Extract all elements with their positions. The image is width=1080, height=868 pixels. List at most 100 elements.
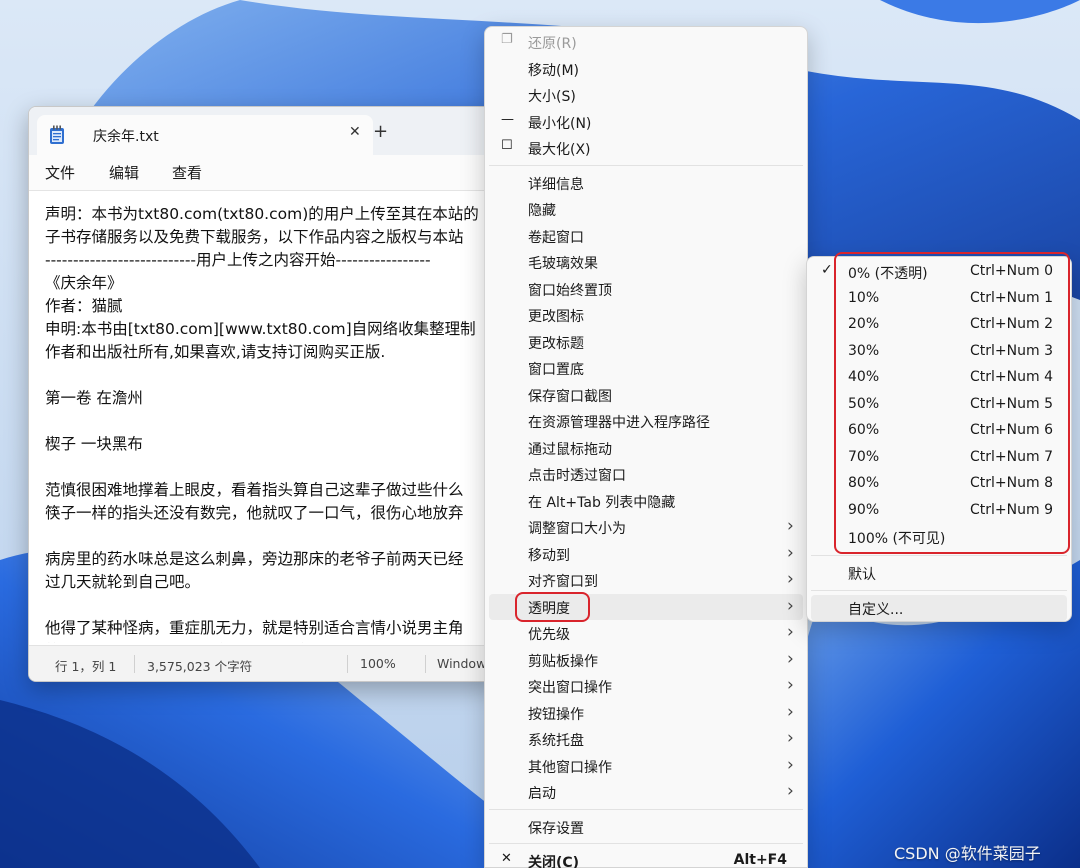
submenu-separator xyxy=(811,554,1067,556)
menu-item-16[interactable]: 点击时透过窗口 xyxy=(489,461,803,487)
menu-view[interactable]: 查看 xyxy=(172,162,202,183)
text-line: ---------------------------用户上传之内容开始----… xyxy=(45,251,431,269)
menu-item-6[interactable]: 隐藏 xyxy=(489,196,803,222)
menu-item-12[interactable]: 窗口置底 xyxy=(489,355,803,381)
menu-item-25[interactable]: 按钮操作 › xyxy=(489,700,803,726)
status-divider xyxy=(347,655,348,673)
system-context-menu: ❐ 还原(R) 移动(M) 大小(S) — 最小化(N) ☐ 最大化(X) 详细信息隐藏卷起窗口… xyxy=(484,26,808,868)
text-line: 病房里的药水味总是这么刺鼻，旁边那床的老爷子前两天已经 xyxy=(45,550,464,568)
text-line xyxy=(45,456,497,479)
menu-item-label: 移动(M) xyxy=(528,62,580,79)
menu-item-4[interactable]: ☐ 最大化(X) xyxy=(489,135,803,161)
menu-item-label: 对齐窗口到 xyxy=(528,574,598,590)
opacity-option-12[interactable]: 自定义... xyxy=(811,595,1067,621)
menu-item-label: 其他窗口操作 xyxy=(528,759,612,776)
text-line: 申明:本书由[txt80.com][www.txt80.com]自网络收集整理制 xyxy=(45,320,476,338)
menu-item-13[interactable]: 保存窗口截图 xyxy=(489,382,803,408)
menu-item-label: 在 Alt+Tab 列表中隐藏 xyxy=(528,494,676,511)
status-position: 行 1，列 1 xyxy=(55,659,117,674)
text-line: 作者：猫腻 xyxy=(45,297,123,315)
menu-item-24[interactable]: 突出窗口操作 › xyxy=(489,673,803,699)
menu-item-label: 卷起窗口 xyxy=(528,229,584,246)
status-divider xyxy=(425,655,426,673)
text-line: 范慎很困难地撑着上眼皮，看着指头算自己这辈子做过些什么 xyxy=(45,481,464,499)
menu-separator xyxy=(489,164,803,166)
watermark: CSDN @软件菜园子 xyxy=(894,844,1041,863)
menu-item-2[interactable]: 大小(S) xyxy=(489,82,803,108)
status-zoom: 100% xyxy=(360,656,396,671)
menu-item-23[interactable]: 剪贴板操作 › xyxy=(489,647,803,673)
text-line xyxy=(45,410,497,433)
menu-item-26[interactable]: 系统托盘 › xyxy=(489,726,803,752)
notepad-tab[interactable]: 庆余年.txt ✕ xyxy=(37,115,373,155)
menu-item-15[interactable]: 通过鼠标拖动 xyxy=(489,435,803,461)
notepad-titlebar: 庆余年.txt ✕ + xyxy=(29,107,497,155)
menu-item-7[interactable]: 卷起窗口 xyxy=(489,223,803,249)
menu-item-10[interactable]: 更改图标 xyxy=(489,302,803,328)
tab-title: 庆余年.txt xyxy=(93,129,159,145)
menu-file[interactable]: 文件 xyxy=(45,162,75,183)
menu-item-label: 启动 xyxy=(528,786,556,802)
menu-item-19[interactable]: 移动到 › xyxy=(489,541,803,567)
text-line: 声明：本书为txt80.com(txt80.com)的用户上传至其在本站的 xyxy=(45,205,479,223)
text-line: 作者和出版社所有,如果喜欢,请支持订阅购买正版. xyxy=(45,343,386,361)
menu-item-label: 更改标题 xyxy=(528,335,584,352)
menu-item-30[interactable]: ✕ 关闭(C) Alt+F4 xyxy=(489,848,803,868)
menu-item-label: 移动到 xyxy=(528,547,570,564)
text-editor[interactable]: 声明：本书为txt80.com(txt80.com)的用户上传至其在本站的 子书存… xyxy=(45,203,497,643)
chevron-right-icon: › xyxy=(787,569,794,589)
status-bar: 行 1，列 1 3,575,023 个字符 100% Window xyxy=(29,645,497,681)
menu-item-5[interactable]: 详细信息 xyxy=(489,170,803,196)
chevron-right-icon: › xyxy=(787,675,794,695)
status-line-ending: Window xyxy=(437,656,487,671)
menu-item-label: 隐藏 xyxy=(528,203,556,219)
menu-item-28[interactable]: 启动 › xyxy=(489,779,803,805)
highlight-opacity-options xyxy=(834,252,1070,554)
menu-item-label: 窗口始终置顶 xyxy=(528,282,612,299)
menu-item-17[interactable]: 在 Alt+Tab 列表中隐藏 xyxy=(489,488,803,514)
menu-item-label: 通过鼠标拖动 xyxy=(528,441,612,458)
notepad-menubar: 文件 编辑 查看 xyxy=(29,155,497,191)
minimize-icon: — xyxy=(501,111,514,127)
menu-item-label: 按钮操作 xyxy=(528,706,584,723)
menu-edit[interactable]: 编辑 xyxy=(109,162,139,183)
menu-item-label: 保存窗口截图 xyxy=(528,388,612,405)
menu-item-label: 在资源管理器中进入程序路径 xyxy=(528,415,710,431)
menu-item-18[interactable]: 调整窗口大小为 › xyxy=(489,514,803,540)
opacity-option-11[interactable]: 默认 xyxy=(811,560,1067,586)
menu-separator xyxy=(489,808,803,810)
close-tab-icon[interactable]: ✕ xyxy=(349,124,361,140)
menu-item-label: 点击时透过窗口 xyxy=(528,468,626,484)
text-line xyxy=(45,594,497,617)
menu-item-label: 系统托盘 xyxy=(528,733,584,749)
menu-item-label: 详细信息 xyxy=(528,176,584,193)
menu-item-8[interactable]: 毛玻璃效果 xyxy=(489,249,803,275)
menu-separator xyxy=(489,843,803,844)
menu-item-3[interactable]: — 最小化(N) xyxy=(489,109,803,135)
menu-item-1[interactable]: 移动(M) xyxy=(489,56,803,82)
text-line xyxy=(45,364,497,387)
menu-item-14[interactable]: 在资源管理器中进入程序路径 xyxy=(489,408,803,434)
submenu-separator xyxy=(811,590,1067,591)
menu-item-label: 关闭(C) xyxy=(528,855,580,868)
new-tab-button[interactable]: + xyxy=(373,121,388,142)
chevron-right-icon: › xyxy=(787,622,794,642)
menu-item-11[interactable]: 更改标题 xyxy=(489,329,803,355)
restore-icon: ❐ xyxy=(501,32,513,47)
menu-item-29[interactable]: 保存设置 xyxy=(489,814,803,840)
opacity-option-label: 默认 xyxy=(848,566,876,583)
menu-item-label: 优先级 xyxy=(528,627,570,643)
checkmark-icon: ✓ xyxy=(821,262,833,278)
menu-item-label: 剪贴板操作 xyxy=(528,653,598,670)
menu-item-22[interactable]: 优先级 › xyxy=(489,620,803,646)
menu-item-27[interactable]: 其他窗口操作 › xyxy=(489,753,803,779)
menu-item-20[interactable]: 对齐窗口到 › xyxy=(489,567,803,593)
menu-item-label: 最大化(X) xyxy=(528,142,591,158)
menu-item-label: 最小化(N) xyxy=(528,115,592,132)
close-icon: ✕ xyxy=(501,851,512,866)
menu-item-label: 保存设置 xyxy=(528,820,584,837)
menu-item-9[interactable]: 窗口始终置顶 xyxy=(489,276,803,302)
menu-item-label: 窗口置底 xyxy=(528,362,584,378)
highlight-opacity-item xyxy=(515,592,590,622)
menu-item-0: ❐ 还原(R) xyxy=(489,29,803,55)
